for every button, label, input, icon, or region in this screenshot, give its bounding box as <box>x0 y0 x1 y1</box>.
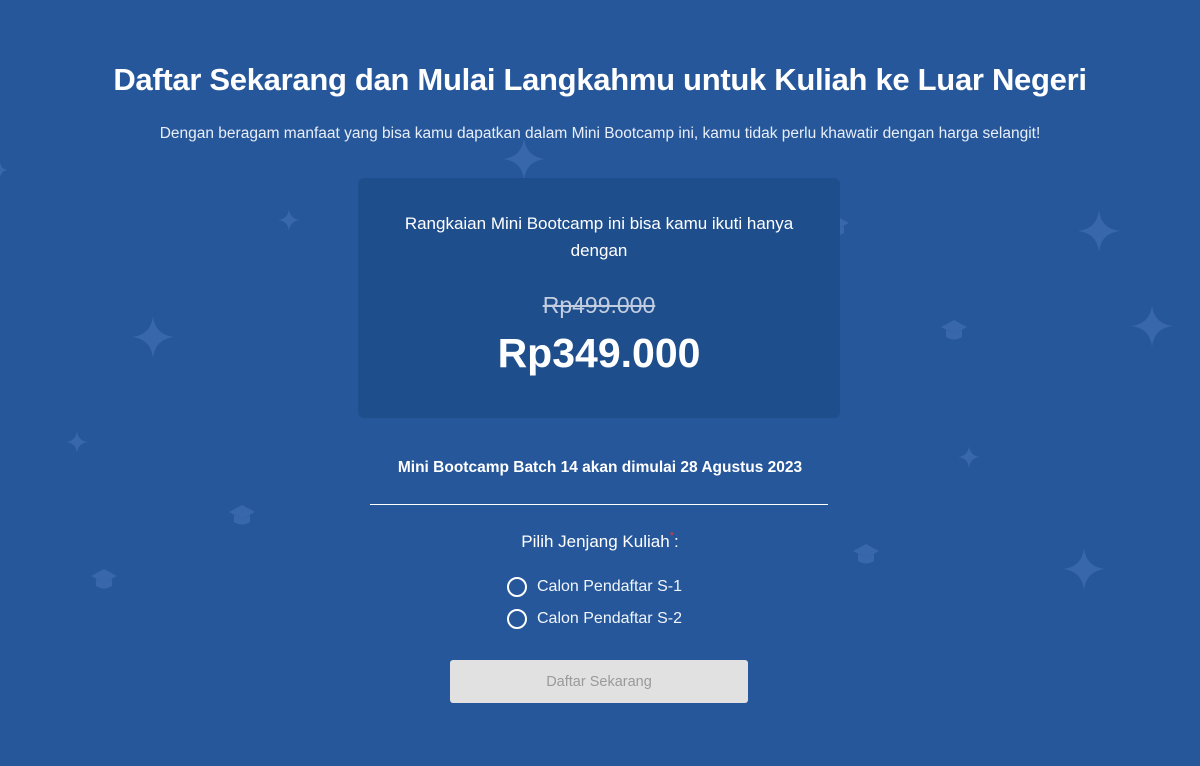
sparkle-icon <box>503 138 545 180</box>
sparkle-icon <box>1131 305 1173 347</box>
price-card: Rangkaian Mini Bootcamp ini bisa kamu ik… <box>358 178 840 418</box>
sparkle-icon <box>278 209 300 231</box>
radio-button[interactable] <box>507 577 527 597</box>
graduation-cap-icon <box>941 320 967 340</box>
required-mark: * <box>669 530 674 542</box>
sparkle-icon <box>1063 548 1105 590</box>
radio-button[interactable] <box>507 609 527 629</box>
sparkle-icon <box>66 431 88 453</box>
sparkle-icon <box>0 162 8 178</box>
batch-start-info: Mini Bootcamp Batch 14 akan dimulai 28 A… <box>397 459 803 476</box>
sparkle-icon <box>132 316 174 358</box>
price-intro: Rangkaian Mini Bootcamp ini bisa kamu ik… <box>404 214 794 260</box>
page-subtitle: Dengan beragam manfaat yang bisa kamu da… <box>159 125 1041 142</box>
register-button[interactable]: Daftar Sekarang <box>450 660 748 703</box>
page-title: Daftar Sekarang dan Mulai Langkahmu untu… <box>113 62 1087 97</box>
discount-price: Rp349.000 <box>497 330 701 376</box>
radio-label: Calon Pendaftar S-2 <box>537 610 682 627</box>
level-label: Pilih Jenjang Kuliah*: <box>0 530 1200 552</box>
radio-option-s1[interactable]: Calon Pendaftar S-1 <box>507 576 682 598</box>
graduation-cap-icon <box>229 505 255 525</box>
divider <box>370 504 828 505</box>
radio-label: Calon Pendaftar S-1 <box>537 578 682 595</box>
original-price: Rp499.000 <box>542 292 656 318</box>
graduation-cap-icon <box>91 569 117 589</box>
level-label-text: Pilih Jenjang Kuliah <box>521 532 670 551</box>
radio-option-s2[interactable]: Calon Pendaftar S-2 <box>507 608 682 630</box>
sparkle-icon <box>1078 210 1120 252</box>
level-label-suffix: : <box>673 532 679 551</box>
